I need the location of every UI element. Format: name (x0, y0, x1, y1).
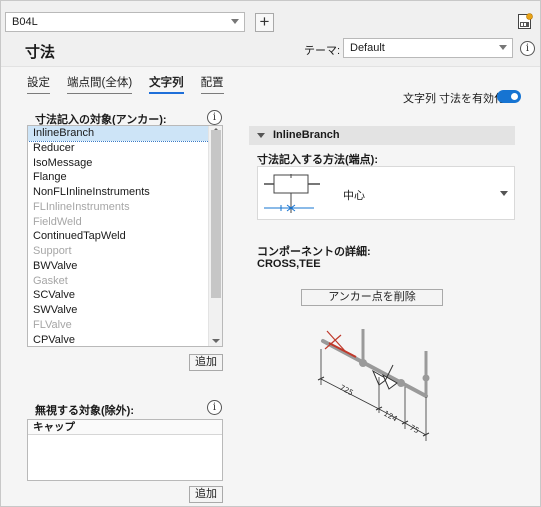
add-excluded-button[interactable]: 追加 (189, 486, 223, 503)
scrollbar-thumb[interactable] (211, 130, 221, 298)
enable-toggle[interactable] (497, 90, 521, 103)
dimension-settings-window: B04L + 寸法 テーマ: Default i 設定 端点間(全体) 文字列 … (0, 0, 541, 507)
chevron-down-icon (499, 45, 507, 50)
page-title: 寸法 (25, 44, 56, 61)
isometric-dimension-diagram: 725 124 75 (317, 329, 430, 441)
document-settings-icon[interactable] (517, 13, 533, 30)
dimension-label-3: 75 (408, 423, 421, 436)
excluded-column-header: キャップ (28, 420, 222, 435)
tab-bar: 設定 端点間(全体) 文字列 配置 (27, 74, 224, 94)
add-anchor-button[interactable]: 追加 (189, 354, 223, 371)
header-bar: B04L + 寸法 テーマ: Default i (1, 1, 540, 67)
add-button[interactable]: + (255, 13, 274, 32)
list-item[interactable]: Reducer (28, 141, 209, 156)
tab-end-to-end[interactable]: 端点間(全体) (67, 74, 133, 94)
remove-anchor-button[interactable]: アンカー点を削除 (301, 289, 443, 306)
element-selector-value: B04L (12, 16, 38, 28)
component-detail-label: コンポーネントの詳細: (257, 246, 371, 258)
list-item[interactable]: FLValve (28, 318, 209, 333)
list-item[interactable]: FLInlineInstruments (28, 200, 209, 215)
tab-settings[interactable]: 設定 (27, 74, 50, 94)
chevron-down-icon (231, 19, 239, 24)
element-selector[interactable]: B04L (5, 12, 245, 32)
component-detail-value: CROSS,TEE (257, 258, 321, 270)
enable-toggle-label: 文字列 寸法を有効化: (403, 93, 509, 105)
scroll-down-icon[interactable] (212, 339, 220, 343)
list-item[interactable]: SWValve (28, 303, 209, 318)
method-select[interactable]: 中心 (257, 166, 515, 220)
theme-select[interactable]: Default (343, 38, 513, 58)
list-item[interactable]: IsoMessage (28, 156, 209, 171)
theme-select-value: Default (350, 42, 385, 54)
info-icon[interactable]: i (520, 41, 535, 56)
list-item[interactable]: NonFLInlineInstruments (28, 185, 209, 200)
anchor-targets-list[interactable]: InlineBranch Reducer IsoMessage Flange NonFL… (27, 125, 223, 347)
list-item[interactable]: InlineBranch (28, 126, 210, 142)
dimension-label-2: 124 (382, 409, 399, 424)
list-item[interactable]: Gasket (28, 274, 209, 289)
info-icon[interactable]: i (207, 110, 222, 125)
list-item[interactable]: Flange (28, 170, 209, 185)
method-value: 中心 (343, 190, 365, 202)
list-item[interactable]: CPValve (28, 333, 209, 347)
center-endpoint-icon (264, 174, 320, 213)
section-title: InlineBranch (273, 129, 340, 141)
info-icon[interactable]: i (207, 400, 222, 415)
chevron-down-icon (500, 191, 508, 196)
excluded-targets-list[interactable]: キャップ (27, 419, 223, 481)
theme-label: テーマ: (304, 45, 341, 57)
vertical-scrollbar[interactable] (208, 126, 222, 346)
anchor-items: InlineBranch Reducer IsoMessage Flange NonFL… (28, 126, 222, 347)
inline-branch-section-header[interactable]: InlineBranch (249, 126, 515, 145)
method-label: 寸法記入する方法(端点): (257, 154, 378, 166)
tab-string[interactable]: 文字列 (149, 74, 184, 94)
list-item[interactable]: Support (28, 244, 209, 259)
collapse-triangle-icon (257, 133, 265, 138)
list-item[interactable]: FieldWeld (28, 215, 209, 230)
list-item[interactable]: BWValve (28, 259, 209, 274)
list-item[interactable]: ContinuedTapWeld (28, 229, 209, 244)
list-item[interactable]: SCValve (28, 288, 209, 303)
tab-placement[interactable]: 配置 (200, 74, 224, 94)
excluded-targets-label: 無視する対象(除外): (35, 405, 134, 417)
toggle-knob (511, 93, 518, 100)
